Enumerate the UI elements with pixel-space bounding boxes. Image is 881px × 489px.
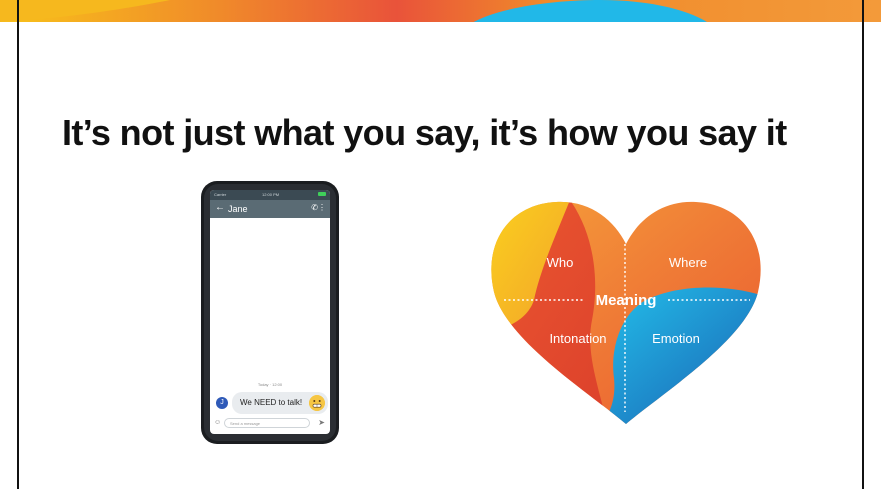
- status-time: 12:00 PM: [262, 192, 280, 197]
- status-carrier: Carrier: [214, 192, 227, 197]
- contact-name: Jane: [228, 204, 248, 214]
- grimace-emoji-icon: [309, 395, 325, 411]
- phone-illustration: Carrier 12:00 PM ← Jane ✆ ⋮ Today · 12:0…: [200, 180, 340, 445]
- contact-avatar: J: [216, 397, 228, 409]
- phone-status-bar: Carrier 12:00 PM: [210, 190, 330, 200]
- message-text: We NEED to talk!: [240, 398, 303, 407]
- emoji-picker-icon[interactable]: ☺: [214, 419, 221, 426]
- phone-call-icon[interactable]: ✆: [311, 203, 318, 212]
- compose-input[interactable]: Send a message: [224, 418, 310, 428]
- frame-right-border: [862, 0, 864, 489]
- top-decorative-band: [0, 0, 881, 24]
- more-options-icon[interactable]: ⋮: [318, 203, 326, 212]
- heart-label-intonation: Intonation: [549, 331, 606, 346]
- heart-label-emotion: Emotion: [652, 331, 700, 346]
- chat-app-bar: ← Jane ✆ ⋮: [210, 200, 330, 218]
- phone-screen: Carrier 12:00 PM ← Jane ✆ ⋮ Today · 12:0…: [210, 190, 330, 434]
- back-arrow-icon[interactable]: ←: [215, 203, 225, 213]
- message-bubble: We NEED to talk!: [232, 392, 328, 414]
- send-icon[interactable]: ➤: [318, 418, 325, 427]
- heart-label-where: Where: [669, 255, 707, 270]
- slide: It’s not just what you say, it’s how you…: [0, 0, 881, 489]
- message-date-stamp: Today · 12:00: [257, 382, 283, 387]
- compose-row: ☺ Send a message ➤: [214, 418, 326, 430]
- heart-label-meaning: Meaning: [596, 292, 657, 309]
- battery-icon: [318, 192, 326, 196]
- slide-title: It’s not just what you say, it’s how you…: [62, 112, 787, 153]
- meaning-heart-diagram: Who Where Meaning Intonation Emotion: [491, 201, 761, 425]
- heart-label-who: Who: [547, 255, 574, 270]
- frame-left-border: [17, 0, 19, 489]
